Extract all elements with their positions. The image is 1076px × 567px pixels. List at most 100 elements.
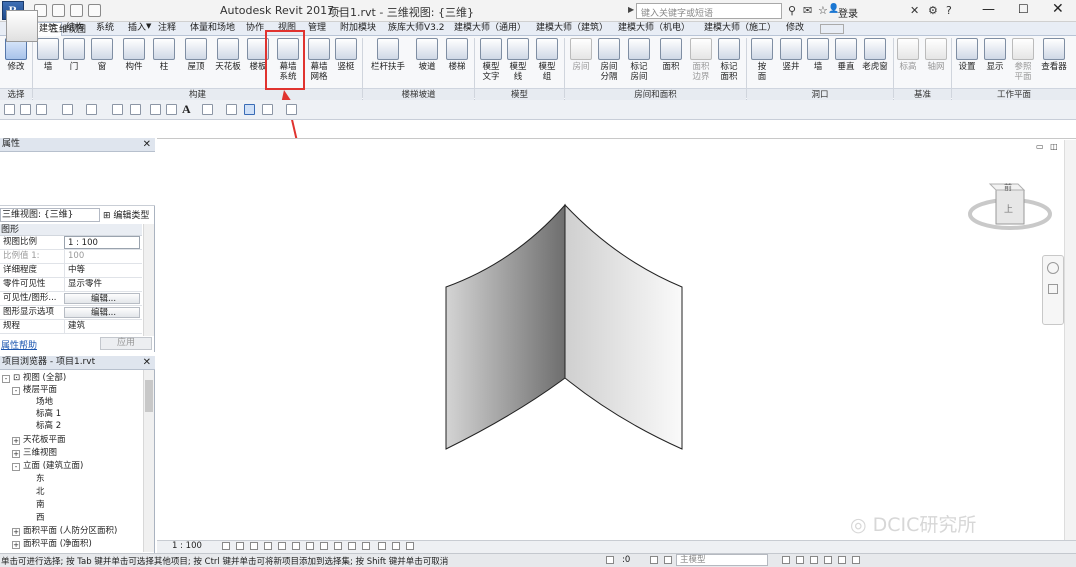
search-expand-icon[interactable]: ▶ bbox=[628, 5, 634, 14]
apply-button[interactable]: 应用 bbox=[100, 337, 152, 350]
qat-text-icon[interactable]: A bbox=[182, 102, 191, 117]
tab-manage[interactable]: 管理 bbox=[304, 22, 330, 36]
graphic-display-edit-button[interactable]: 编辑... bbox=[64, 307, 140, 318]
viewer-button[interactable]: 查看器 bbox=[1038, 36, 1070, 88]
minimize-icon[interactable]: — bbox=[982, 2, 995, 17]
wall-button[interactable]: 墙 bbox=[36, 36, 60, 88]
worksets-icon[interactable] bbox=[606, 556, 614, 564]
qat-open-icon[interactable] bbox=[4, 104, 15, 115]
opening-by-face-button[interactable]: 按面 bbox=[750, 36, 774, 88]
temp-view-props-icon[interactable] bbox=[362, 542, 370, 550]
select-links-icon[interactable] bbox=[782, 556, 790, 564]
modify-button[interactable]: 修改 bbox=[3, 36, 29, 88]
tree-item[interactable]: + 三维视图 bbox=[12, 447, 57, 459]
show-crop-icon[interactable] bbox=[306, 542, 314, 550]
analytical-model-icon[interactable] bbox=[378, 542, 386, 550]
detail-level-icon[interactable] bbox=[222, 542, 230, 550]
filter-icon[interactable] bbox=[852, 556, 860, 564]
active-model-dropdown[interactable]: 主模型 bbox=[676, 554, 768, 566]
ref-plane-button[interactable]: 参照 平面 bbox=[1010, 36, 1036, 88]
shaft-button[interactable]: 竖井 bbox=[778, 36, 804, 88]
tree-item[interactable]: 南 bbox=[36, 499, 45, 511]
qat-sync-icon[interactable] bbox=[36, 104, 47, 115]
exchange-icon[interactable]: ✕ bbox=[910, 4, 919, 17]
browser-close-icon[interactable]: ✕ bbox=[143, 356, 151, 369]
discipline-field[interactable]: 建筑 bbox=[64, 320, 140, 333]
tab-systems[interactable]: 系统 bbox=[92, 22, 118, 36]
level-button[interactable]: 标高 bbox=[896, 36, 920, 88]
properties-scrollbar[interactable] bbox=[143, 224, 154, 336]
qat-switch-windows-icon[interactable] bbox=[286, 104, 297, 115]
category-graphics[interactable]: 图形 bbox=[0, 224, 142, 236]
tree-item[interactable]: - ⊡ 视图 (全部) bbox=[2, 372, 66, 384]
roof-button[interactable]: 屋顶 bbox=[182, 36, 210, 88]
qat-measure-icon[interactable] bbox=[130, 104, 141, 115]
sun-path-icon[interactable] bbox=[250, 542, 258, 550]
tab-bim-construction[interactable]: 建模大师（施工） bbox=[700, 22, 780, 36]
qat-undo-icon[interactable] bbox=[62, 104, 73, 115]
tab-massing-site[interactable]: 体量和场地 bbox=[186, 22, 239, 36]
tree-item[interactable]: 西 bbox=[36, 512, 45, 524]
3d-view-canvas[interactable] bbox=[157, 138, 1076, 540]
tree-item[interactable]: 标高 2 bbox=[36, 420, 61, 432]
tree-item[interactable]: + 面积平面 (人防分区面积) bbox=[12, 525, 117, 537]
tree-item[interactable]: - 立面 (建筑立面) bbox=[12, 460, 83, 472]
tab-bim-general[interactable]: 建模大师（通用） bbox=[450, 22, 530, 36]
qat-print-icon[interactable] bbox=[112, 104, 123, 115]
tree-item[interactable]: + 面积平面 (净面积) bbox=[12, 538, 92, 550]
reveal-constraints-icon[interactable] bbox=[406, 542, 414, 550]
view-scale-field[interactable]: 1 : 100 bbox=[64, 236, 140, 249]
lock-view-icon[interactable] bbox=[320, 542, 328, 550]
parts-visibility-field[interactable]: 显示零件 bbox=[64, 278, 140, 291]
settings-icon[interactable]: ⚙ bbox=[928, 4, 938, 17]
model-text-button[interactable]: 模型 文字 bbox=[478, 36, 504, 88]
qat-section-icon[interactable] bbox=[226, 104, 237, 115]
help-icon[interactable]: ? bbox=[946, 4, 952, 17]
view-instance-dropdown[interactable]: 三维视图: {三维} bbox=[0, 208, 100, 222]
browser-scroll-thumb[interactable] bbox=[145, 380, 153, 412]
type-dropdown-icon[interactable]: ▼ bbox=[146, 22, 151, 30]
stair-button[interactable]: 楼梯 bbox=[444, 36, 470, 88]
column-button[interactable]: 柱 bbox=[152, 36, 176, 88]
select-by-face-icon[interactable] bbox=[824, 556, 832, 564]
vertical-opening-button[interactable]: 垂直 bbox=[834, 36, 858, 88]
qat-redo-icon[interactable] bbox=[86, 104, 97, 115]
tree-item[interactable]: - 楼层平面 bbox=[12, 384, 57, 396]
door-button[interactable]: 门 bbox=[62, 36, 86, 88]
save-icon[interactable] bbox=[52, 4, 65, 17]
type-selector[interactable] bbox=[0, 152, 155, 206]
crop-view-icon[interactable] bbox=[292, 542, 300, 550]
canvas-scrollbar[interactable] bbox=[1064, 140, 1076, 540]
properties-close-icon[interactable]: ✕ bbox=[143, 138, 151, 151]
tab-annotate[interactable]: 注释 bbox=[154, 22, 180, 36]
tab-bim-architecture[interactable]: 建模大师（建筑） bbox=[532, 22, 612, 36]
subscription-icon[interactable]: ✉ bbox=[803, 4, 812, 17]
tab-modify[interactable]: 修改 bbox=[782, 22, 808, 36]
qat-dimension-icon[interactable] bbox=[150, 104, 161, 115]
editable-only-icon[interactable] bbox=[664, 556, 672, 564]
room-separator-button[interactable]: 房间 分隔 bbox=[596, 36, 622, 88]
wall-opening-button[interactable]: 墙 bbox=[806, 36, 830, 88]
panel-label-room-area[interactable]: 房间和面积 bbox=[565, 88, 746, 100]
tree-item[interactable]: 东 bbox=[36, 473, 45, 485]
favorites-star-icon[interactable]: ☆ bbox=[818, 4, 828, 17]
qat-tag-icon[interactable] bbox=[166, 104, 177, 115]
tree-item[interactable]: 标高 1 bbox=[36, 408, 61, 420]
select-underlay-icon[interactable] bbox=[796, 556, 804, 564]
tab-family-library[interactable]: 族库大师V3.2 bbox=[384, 22, 448, 36]
model-group-button[interactable]: 模型组 bbox=[534, 36, 560, 88]
reveal-hidden-icon[interactable] bbox=[348, 542, 356, 550]
qat-3d-view-icon[interactable] bbox=[202, 104, 213, 115]
detail-level-field[interactable]: 中等 bbox=[64, 264, 140, 277]
login-button[interactable]: 登录 bbox=[838, 5, 858, 20]
dormer-button[interactable]: 老虎窗 bbox=[860, 36, 890, 88]
zoom-icon[interactable] bbox=[1048, 284, 1058, 294]
qat-close-windows-icon[interactable] bbox=[262, 104, 273, 115]
qat-save-icon[interactable] bbox=[20, 104, 31, 115]
grid-button[interactable]: 轴网 bbox=[924, 36, 948, 88]
area-boundary-button[interactable]: 面积 边界 bbox=[688, 36, 714, 88]
mullion-button[interactable]: 竖梃 bbox=[334, 36, 358, 88]
railing-button[interactable]: 栏杆扶手 bbox=[368, 36, 408, 88]
show-workplane-button[interactable]: 显示 bbox=[982, 36, 1008, 88]
highlight-displacement-icon[interactable] bbox=[392, 542, 400, 550]
